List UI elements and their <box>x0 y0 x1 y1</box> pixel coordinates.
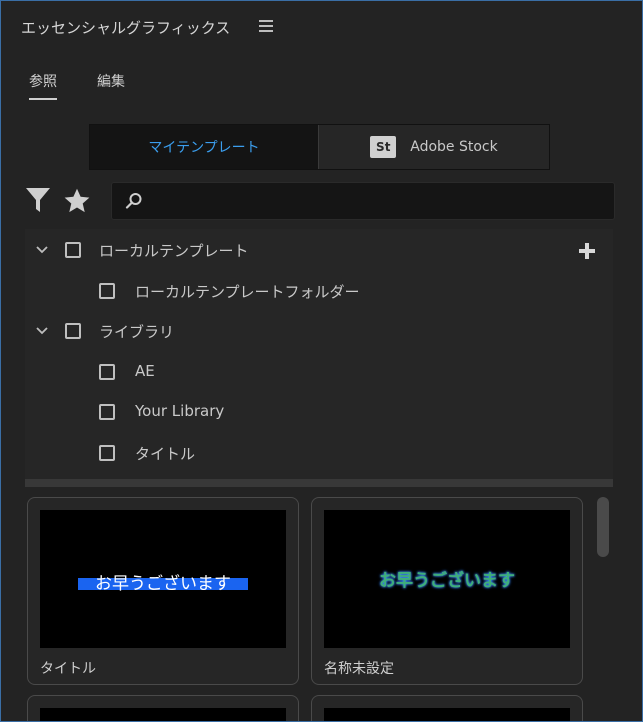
template-card[interactable]: お早うございます 名称未設定 <box>311 497 583 685</box>
library-title-label: タイトル <box>135 445 196 463</box>
add-folder-icon[interactable] <box>579 243 595 259</box>
libraries-label: ライブラリ <box>99 323 175 341</box>
template-thumbnail <box>40 708 286 721</box>
search-input[interactable] <box>152 189 606 215</box>
template-card[interactable] <box>311 695 583 721</box>
template-thumbnail: お早うございます <box>40 510 286 648</box>
adobe-stock-icon: St <box>370 136 397 158</box>
template-folder-tree: ローカルテンプレート ローカルテンプレートフォルダー ライブラリ AE Your… <box>25 229 613 479</box>
thumbnail-text: お早うございます <box>379 571 515 591</box>
panel-divider[interactable] <box>25 479 613 487</box>
my-templates-button[interactable]: マイテンプレート <box>90 125 319 169</box>
my-templates-label: マイテンプレート <box>148 140 260 156</box>
template-grid-scrollbar[interactable] <box>597 497 609 557</box>
chevron-down-icon[interactable] <box>35 324 49 338</box>
local-templates-checkbox[interactable] <box>65 242 81 258</box>
filter-icon[interactable] <box>25 186 51 214</box>
panel-menu-icon[interactable] <box>259 20 273 32</box>
adobe-stock-button[interactable]: St Adobe Stock <box>319 125 549 169</box>
template-thumbnail: お早うございます <box>324 510 570 648</box>
local-templates-label: ローカルテンプレート <box>99 242 249 260</box>
library-ae-label: AE <box>135 362 155 380</box>
local-template-folder-label: ローカルテンプレートフォルダー <box>135 283 360 301</box>
library-title-checkbox[interactable] <box>99 445 115 461</box>
library-ae-checkbox[interactable] <box>99 364 115 380</box>
search-icon <box>125 193 142 209</box>
libraries-checkbox[interactable] <box>65 323 81 339</box>
chevron-down-icon[interactable] <box>35 243 49 257</box>
template-card-label: タイトル <box>40 661 96 677</box>
search-field <box>111 182 615 220</box>
template-grid: お早うございます タイトル お早うございます 名称未設定 <box>25 487 613 721</box>
template-source-toggle: マイテンプレート St Adobe Stock <box>89 124 550 170</box>
library-your-library-label: Your Library <box>135 402 225 420</box>
tab-edit[interactable]: 編集 <box>97 71 125 91</box>
thumbnail-text: お早うございます <box>95 574 231 594</box>
template-card[interactable]: お早うございます タイトル <box>27 497 299 685</box>
adobe-stock-label: Adobe Stock <box>410 139 498 155</box>
panel-title: エッセンシャルグラフィックス <box>21 19 231 37</box>
template-card[interactable] <box>27 695 299 721</box>
tab-browse[interactable]: 参照 <box>29 71 57 100</box>
local-template-folder-checkbox[interactable] <box>99 283 115 299</box>
template-thumbnail <box>324 708 570 721</box>
template-card-label: 名称未設定 <box>324 661 394 677</box>
library-your-library-checkbox[interactable] <box>99 404 115 420</box>
essential-graphics-panel: エッセンシャルグラフィックス 参照 編集 マイテンプレート St Adobe S… <box>0 0 643 722</box>
panel-titlebar: エッセンシャルグラフィックス <box>1 1 642 51</box>
star-icon[interactable] <box>63 187 91 215</box>
